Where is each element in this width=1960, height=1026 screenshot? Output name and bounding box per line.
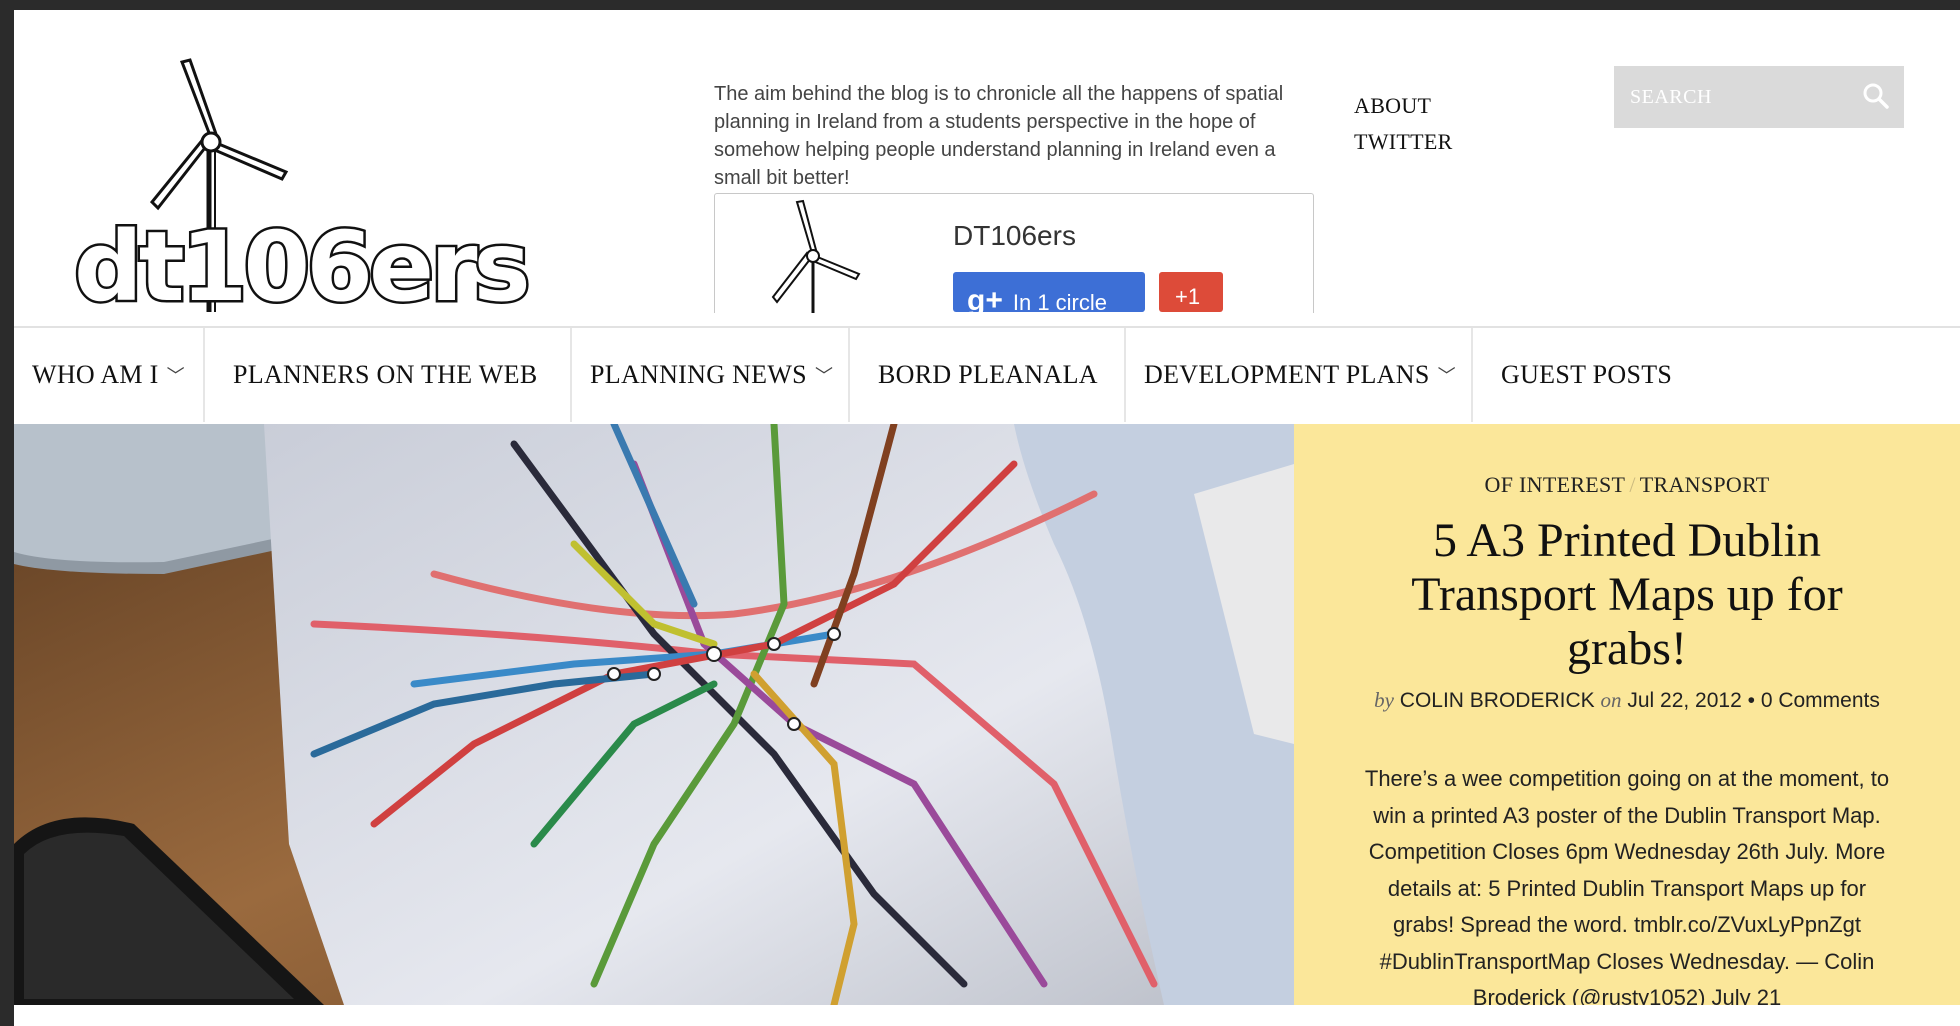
transport-map-photo [14, 424, 1294, 1005]
badge-page-name[interactable]: DT106ers [953, 220, 1076, 252]
logo-text: dt106ers [74, 211, 527, 315]
top-links: ABOUT TWITTER [1354, 88, 1453, 160]
post-comments-link[interactable]: 0 Comments [1761, 689, 1880, 712]
nav-who-am-i[interactable]: WHO AM I ﹀ [14, 328, 205, 422]
nav-bord-pleanala[interactable]: BORD PLEANALA [850, 328, 1126, 422]
category-separator: / [1629, 472, 1636, 497]
site-logo[interactable]: dt106ers [72, 50, 554, 326]
post-author[interactable]: COLIN BRODERICK [1400, 689, 1595, 712]
wind-turbine-logo-icon: dt106ers [72, 58, 533, 326]
search-icon[interactable] [1862, 82, 1890, 110]
on-label: on [1600, 688, 1622, 712]
post-date: Jul 22, 2012 [1627, 689, 1742, 712]
page: dt106ers The aim behind the blog is to c… [14, 10, 1960, 1026]
meta-separator-bullet: • [1747, 689, 1755, 712]
post-meta: by COLIN BRODERICK on Jul 22, 2012 • 0 C… [1294, 688, 1960, 713]
featured-post-image[interactable] [14, 424, 1294, 1005]
main-nav: WHO AM I ﹀ PLANNERS ON THE WEB PLANNING N… [14, 326, 1960, 422]
category-of-interest[interactable]: OF INTEREST [1485, 472, 1626, 497]
post-title[interactable]: 5 A3 Printed Dublin Transport Maps up fo… [1367, 514, 1887, 676]
circle-label: In 1 circle [1012, 290, 1108, 313]
chevron-down-icon: ﹀ [1437, 366, 1456, 386]
nav-label: PLANNERS ON THE WEB [233, 360, 538, 389]
add-to-circles-button[interactable]: g+ In 1 circle [953, 272, 1145, 313]
by-label: by [1374, 688, 1394, 712]
nav-planning-news[interactable]: PLANNING NEWS ﹀ [572, 328, 850, 422]
nav-label: DEVELOPMENT PLANS [1144, 360, 1430, 389]
search-input[interactable] [1614, 66, 1844, 128]
site-tagline: The aim behind the blog is to chronicle … [714, 83, 1284, 189]
nav-label: WHO AM I [32, 360, 159, 389]
nav-label: PLANNING NEWS [590, 360, 807, 389]
gplus-icon: g+ [967, 284, 1003, 313]
nav-label: GUEST POSTS [1501, 360, 1673, 389]
nav-guest-posts[interactable]: GUEST POSTS [1473, 328, 1703, 422]
page-bottom-strip [14, 1005, 1960, 1026]
twitter-link[interactable]: TWITTER [1354, 124, 1453, 160]
gplus-badge: DT106ers g+ In 1 circle +1 [714, 193, 1314, 313]
post-categories: OF INTEREST / TRANSPORT [1294, 472, 1960, 498]
nav-label: BORD PLEANALA [878, 360, 1098, 389]
badge-turbine-icon [771, 199, 861, 313]
featured-post-card: OF INTEREST / TRANSPORT 5 A3 Printed Dubli… [1294, 424, 1960, 1005]
nav-development-plans[interactable]: DEVELOPMENT PLANS ﹀ [1126, 328, 1473, 422]
about-link[interactable]: ABOUT [1354, 88, 1453, 124]
nav-planners-on-the-web[interactable]: PLANNERS ON THE WEB [205, 328, 572, 422]
chevron-down-icon: ﹀ [166, 366, 185, 386]
plus-one-button[interactable]: +1 [1159, 272, 1223, 312]
category-transport[interactable]: TRANSPORT [1640, 472, 1770, 497]
post-excerpt: There’s a wee competition going on at th… [1364, 766, 1890, 1005]
chevron-down-icon: ﹀ [814, 366, 834, 386]
search-box [1614, 66, 1904, 128]
